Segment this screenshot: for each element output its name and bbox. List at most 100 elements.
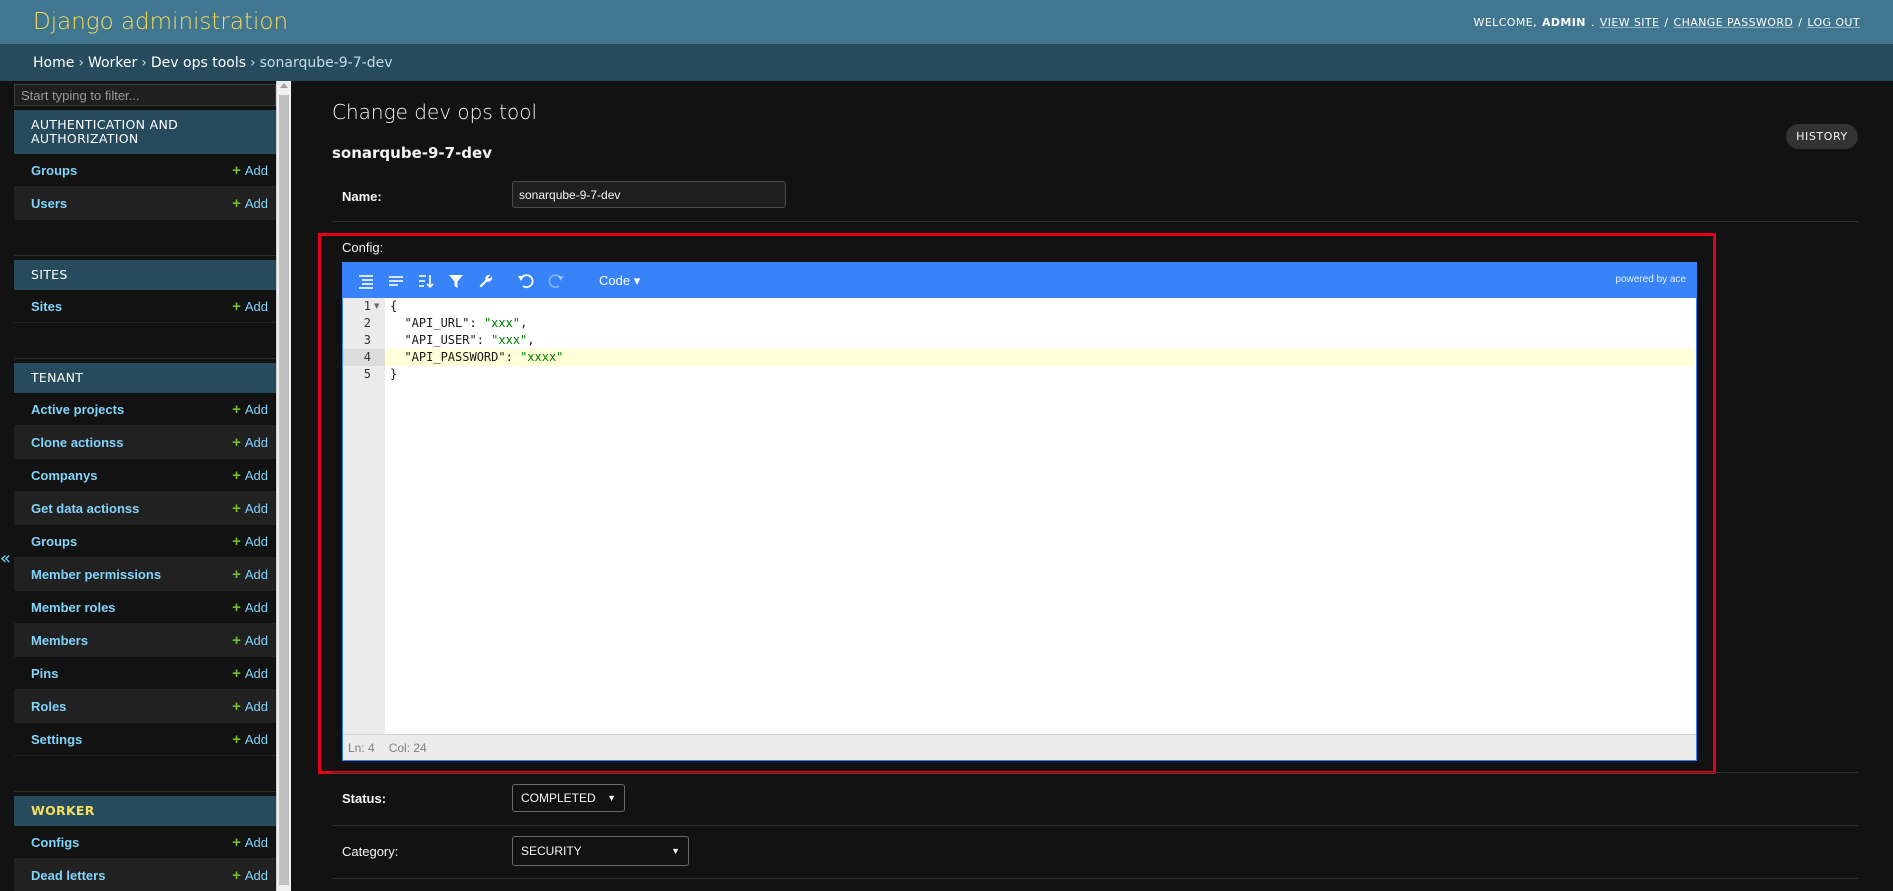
- toggle-sidebar-button[interactable]: «: [0, 548, 12, 569]
- module-caption[interactable]: Worker: [14, 796, 276, 826]
- cursor-column: Col: 24: [388, 740, 427, 755]
- add-link[interactable]: + Add: [232, 534, 268, 549]
- add-link[interactable]: + Add: [232, 732, 268, 747]
- module-caption[interactable]: Sites: [14, 260, 276, 290]
- redo-icon[interactable]: [541, 268, 571, 294]
- add-label: Add: [244, 665, 268, 681]
- sidebar-item-link[interactable]: Members: [31, 633, 88, 648]
- name-input[interactable]: sonarqube-9-7-dev: [512, 181, 786, 208]
- json-value: "xxx": [483, 316, 521, 330]
- sidebar-item-link[interactable]: Clone actionss: [31, 435, 123, 450]
- add-link[interactable]: + Add: [232, 633, 268, 648]
- sidebar-item-link[interactable]: Groups: [31, 163, 77, 178]
- add-link[interactable]: + Add: [232, 835, 268, 850]
- sidebar-item: Groups + Add: [14, 525, 276, 558]
- plus-icon: +: [232, 297, 241, 315]
- add-label: Add: [244, 162, 268, 178]
- status-label: Status:: [342, 791, 387, 806]
- undo-icon[interactable]: [511, 268, 541, 294]
- sidebar-item-link[interactable]: Get data actionss: [31, 501, 139, 516]
- module-caption[interactable]: Tenant: [14, 363, 276, 393]
- add-label: Add: [244, 867, 268, 883]
- breadcrumb-worker[interactable]: Worker: [88, 55, 137, 71]
- add-link[interactable]: + Add: [232, 196, 268, 211]
- line-number: 5: [363, 367, 371, 381]
- code-area[interactable]: { "API_URL": "xxx", "API_USER": "xxx", "…: [385, 298, 1696, 735]
- add-label: Add: [244, 434, 268, 450]
- breadcrumb-home[interactable]: Home: [33, 55, 74, 71]
- sidebar-item-link[interactable]: Configs: [31, 835, 79, 850]
- module-caption[interactable]: Authentication and Authorization: [14, 110, 276, 154]
- sidebar-item: Members + Add: [14, 624, 276, 657]
- breadcrumb-separator: ›: [78, 54, 84, 71]
- scrollbar-thumb[interactable]: [279, 95, 289, 885]
- row-divider: [332, 878, 1858, 879]
- add-link[interactable]: + Add: [232, 600, 268, 615]
- sidebar-item: Pins + Add: [14, 657, 276, 690]
- sidebar-item: Sites + Add: [14, 290, 276, 323]
- add-link[interactable]: + Add: [232, 666, 268, 681]
- add-label: Add: [244, 731, 268, 747]
- sidebar-scrollbar[interactable]: [276, 81, 291, 891]
- sidebar-item-link[interactable]: Settings: [31, 732, 82, 747]
- sidebar-item-link[interactable]: Groups: [31, 534, 77, 549]
- plus-icon: +: [232, 565, 241, 583]
- json-key: "API_USER": [404, 333, 477, 347]
- status-select[interactable]: COMPLETED ▼: [512, 784, 625, 812]
- plus-icon: +: [232, 532, 241, 550]
- sidebar-item-link[interactable]: Pins: [31, 666, 58, 681]
- line-number: 3: [363, 333, 371, 347]
- mode-dropdown[interactable]: Code ▾: [599, 273, 640, 289]
- site-name[interactable]: Django administration: [33, 9, 288, 35]
- add-link[interactable]: + Add: [232, 435, 268, 450]
- filter-icon[interactable]: [441, 268, 471, 294]
- fold-arrow-icon[interactable]: ▼: [374, 298, 379, 315]
- add-link[interactable]: + Add: [232, 567, 268, 582]
- sidebar-item-link[interactable]: Dead letters: [31, 868, 105, 883]
- plus-icon: +: [232, 598, 241, 616]
- status-selected-value: COMPLETED: [521, 791, 596, 805]
- breadcrumb-separator: ›: [250, 54, 256, 71]
- sidebar-item-link[interactable]: Users: [31, 196, 67, 211]
- powered-by-ace-link[interactable]: powered by ace: [1615, 274, 1686, 285]
- format-json-icon[interactable]: [351, 268, 381, 294]
- app-list: Authentication and Authorization Groups + A…: [14, 110, 276, 891]
- code-line-active: "API_PASSWORD": "xxxx": [385, 349, 1696, 366]
- add-link[interactable]: + Add: [232, 402, 268, 417]
- compact-json-icon[interactable]: [381, 268, 411, 294]
- nav-filter-input[interactable]: Start typing to filter...: [14, 84, 276, 106]
- sidebar-item: Member permissions + Add: [14, 558, 276, 591]
- add-link[interactable]: + Add: [232, 501, 268, 516]
- log-out-link[interactable]: Log out: [1807, 16, 1860, 29]
- category-select[interactable]: SECURITY ▼: [512, 836, 689, 866]
- add-link[interactable]: + Add: [232, 468, 268, 483]
- sidebar-item-link[interactable]: Companys: [31, 468, 97, 483]
- add-link[interactable]: + Add: [232, 163, 268, 178]
- history-button[interactable]: History: [1786, 124, 1858, 149]
- json-editor[interactable]: Code ▾ powered by ace 1 ▼ 2 3 4 5 { "API…: [342, 262, 1697, 761]
- plus-icon: +: [232, 833, 241, 851]
- scroll-up-arrow-icon[interactable]: [280, 83, 288, 88]
- add-link[interactable]: + Add: [232, 699, 268, 714]
- code-line: "API_USER": "xxx",: [404, 333, 535, 347]
- line-gutter: 1 ▼ 2 3 4 5: [343, 298, 385, 735]
- sidebar-item: Active projects + Add: [14, 393, 276, 426]
- sidebar-item-link[interactable]: Member permissions: [31, 567, 161, 582]
- editor-body[interactable]: 1 ▼ 2 3 4 5 { "API_URL": "xxx", "API_USE…: [343, 298, 1696, 735]
- view-site-link[interactable]: View site: [1600, 16, 1660, 29]
- add-link[interactable]: + Add: [232, 868, 268, 883]
- sidebar-item-link[interactable]: Roles: [31, 699, 66, 714]
- add-label: Add: [244, 698, 268, 714]
- sidebar-item-link[interactable]: Active projects: [31, 402, 124, 417]
- sidebar-item-link[interactable]: Member roles: [31, 600, 116, 615]
- sidebar-item: Users + Add: [14, 187, 276, 220]
- category-label: Category:: [342, 844, 399, 859]
- sort-icon[interactable]: [411, 268, 441, 294]
- sidebar-item-link[interactable]: Sites: [31, 299, 62, 314]
- json-value: "xxx": [491, 333, 528, 347]
- breadcrumb-dev-ops-tools[interactable]: Dev ops tools: [151, 55, 246, 71]
- repair-wrench-icon[interactable]: [471, 268, 501, 294]
- plus-icon: +: [232, 499, 241, 517]
- change-password-link[interactable]: Change password: [1673, 16, 1793, 29]
- add-link[interactable]: + Add: [232, 299, 268, 314]
